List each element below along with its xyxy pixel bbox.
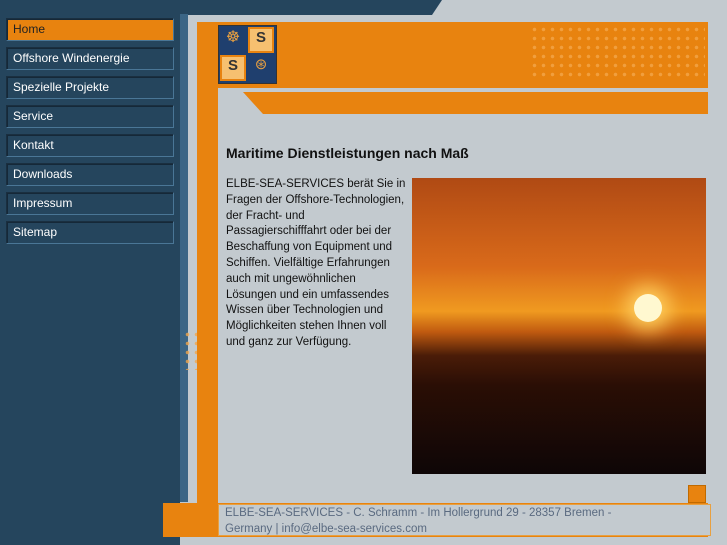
top-bar bbox=[0, 0, 442, 15]
nav-kontakt[interactable]: Kontakt bbox=[6, 134, 174, 157]
main-nav: Home Offshore Windenergie Spezielle Proj… bbox=[6, 18, 174, 250]
nav-impressum[interactable]: Impressum bbox=[6, 192, 174, 215]
nav-home[interactable]: Home bbox=[6, 18, 174, 41]
dot-pattern bbox=[530, 25, 705, 80]
ship-wheel-icon: ☸ bbox=[225, 29, 241, 46]
frame-edge bbox=[180, 14, 188, 502]
page-title: Maritime Dienstleistungen nach Maß bbox=[226, 145, 469, 161]
scroll-top-button[interactable] bbox=[688, 485, 706, 503]
logo-s-bottom: S bbox=[220, 55, 246, 81]
footer-contact[interactable]: Germany | info@elbe-sea-services.com bbox=[225, 521, 710, 537]
steering-icon: ⊛ bbox=[254, 56, 268, 73]
content-frame-extension bbox=[163, 503, 203, 537]
nav-sitemap[interactable]: Sitemap bbox=[6, 221, 174, 244]
sun bbox=[634, 294, 662, 322]
nav-spezielle-projekte[interactable]: Spezielle Projekte bbox=[6, 76, 174, 99]
intro-text: ELBE-SEA-SERVICES berät Sie in Fragen de… bbox=[226, 178, 406, 348]
nav-service[interactable]: Service bbox=[6, 105, 174, 128]
nav-downloads[interactable]: Downloads bbox=[6, 163, 174, 186]
header-stripe bbox=[243, 92, 708, 114]
footer: ELBE-SEA-SERVICES - C. Schramm - Im Holl… bbox=[218, 504, 711, 536]
nav-offshore-windenergie[interactable]: Offshore Windenergie bbox=[6, 47, 174, 70]
sunset-photo bbox=[412, 178, 706, 474]
footer-address: ELBE-SEA-SERVICES - C. Schramm - Im Holl… bbox=[225, 507, 612, 519]
logo[interactable]: ☸ S S ⊛ bbox=[218, 25, 277, 84]
logo-s-top: S bbox=[248, 27, 274, 53]
